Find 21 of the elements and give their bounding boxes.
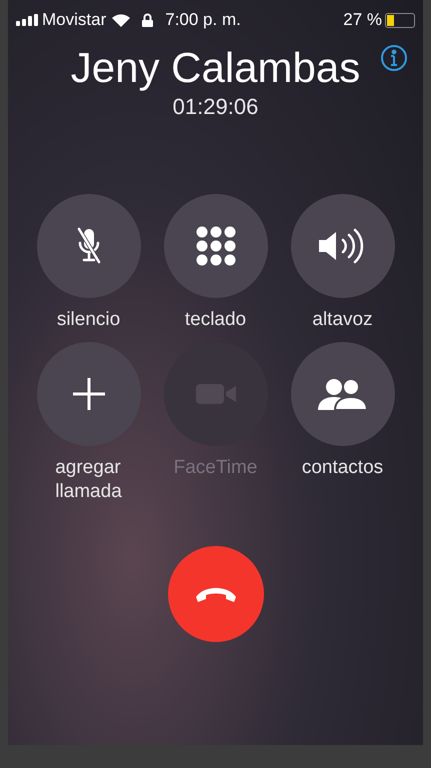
- lock-icon: [142, 13, 154, 27]
- keypad-icon: [196, 226, 236, 266]
- option-label: silencio: [56, 308, 120, 332]
- status-time: 7:00 p. m.: [165, 9, 241, 32]
- carrier-name: Movistar: [42, 9, 106, 32]
- option-label: altavoz: [312, 308, 373, 332]
- info-icon[interactable]: [380, 44, 408, 72]
- hang-up-icon: [194, 585, 238, 603]
- option-label: FaceTime: [174, 456, 258, 480]
- call-duration: 01:29:06: [172, 94, 258, 120]
- signal-icon: [16, 14, 40, 26]
- battery-percentage: 27 %: [343, 9, 382, 32]
- option-label: agregar llamada: [55, 456, 122, 504]
- battery-icon: [385, 12, 415, 28]
- option-label: contactos: [302, 456, 384, 480]
- contacts-icon: [316, 377, 368, 411]
- muted-microphone-icon: [76, 226, 102, 266]
- plus-icon: [70, 376, 106, 412]
- wifi-icon: [112, 14, 130, 26]
- caller-name: Jeny Calambas: [70, 43, 360, 93]
- option-label: teclado: [184, 308, 246, 332]
